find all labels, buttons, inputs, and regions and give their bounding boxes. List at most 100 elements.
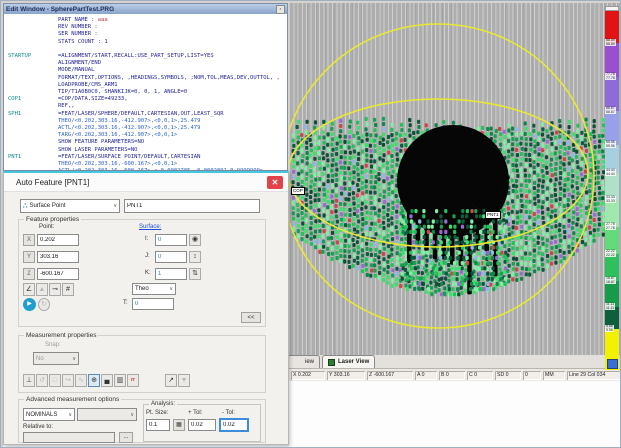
z-axis-button[interactable]: Z: [23, 268, 35, 280]
colorbar-tick-label: 16.6716.67: [605, 277, 616, 284]
deviation-colorbar[interactable]: 88.8988.8977.7877.7866.6766.6755.5655.56…: [605, 6, 619, 370]
status-segment: C 0: [467, 371, 493, 380]
point-vector-icon[interactable]: ⊸: [49, 283, 61, 296]
status-bar: X 0.202Y 303.16Z -600.167A 0B 0C 0SD 00M…: [289, 368, 621, 381]
laser-view-icon: [328, 359, 335, 366]
plus-tol-label: + Tol:: [188, 410, 202, 416]
code-line: THEO/<0.202,303.16,-412.907>,<0,0,1>,25.…: [8, 118, 287, 125]
edit-window-menu-button[interactable]: ▪: [276, 5, 285, 14]
j-label: J:: [145, 253, 150, 259]
test-point-button[interactable]: ▶: [23, 298, 36, 311]
path-icon: ↪: [62, 374, 74, 387]
feature-toolbar: ∠▲⊸#: [23, 283, 75, 296]
edit-window-titlebar[interactable]: Edit Window - SpherePartTest.PRG ▪: [4, 4, 287, 14]
k-value-input[interactable]: [155, 268, 187, 280]
re-measure-icon: ↻: [38, 298, 50, 311]
x-axis-button[interactable]: X: [23, 234, 35, 246]
edit-window-title: Edit Window - SpherePartTest.PRG: [6, 6, 276, 13]
minus-tol-label: - Tol:: [222, 410, 235, 416]
point-label: Point:: [39, 224, 54, 230]
analysis-legend: Analysis:: [149, 401, 177, 407]
surface-normal-icon[interactable]: ◉: [189, 234, 201, 246]
t-label: T:: [123, 300, 128, 306]
code-editor[interactable]: PART NAME : aaaREV NUMBER :SER NUMBER :S…: [4, 15, 287, 170]
snap-dropdown: No ∨: [33, 352, 79, 365]
cop-label[interactable]: COP: [291, 187, 305, 195]
code-line: REV NUMBER :: [8, 24, 287, 31]
pt-size-icon[interactable]: ▦: [173, 419, 185, 431]
code-line: PNT1=FEAT/LASER/SURFACE POINT/DEFAULT,CA…: [8, 154, 287, 161]
code-line: REF,,: [8, 103, 287, 110]
colorbar-tick-label: 44.4444.44: [605, 169, 616, 176]
tab-graphics-view[interactable]: iew: [289, 355, 320, 368]
colorbar-end-marker: [607, 359, 618, 369]
status-segment: X 0.202: [291, 371, 325, 380]
chevron-down-icon: ∨: [169, 286, 173, 292]
tab-laser-view[interactable]: Laser View: [322, 355, 375, 368]
code-line: MODE/MANUAL: [8, 67, 287, 74]
dialog-titlebar[interactable]: Auto Feature [PNT1] ✕: [4, 173, 288, 192]
x-value-input[interactable]: [37, 234, 79, 246]
edit-window: Edit Window - SpherePartTest.PRG ▪ PART …: [3, 3, 288, 171]
j-value-input[interactable]: [155, 251, 187, 263]
points-icon[interactable]: rr: [127, 374, 139, 387]
code-line: STARTUP=ALIGNMENT/START,RECALL:USE_PART_…: [8, 53, 287, 60]
ijk-buttons: ◉ ↕ ⇅: [189, 234, 202, 285]
snap-label: Snap:: [45, 342, 61, 348]
nominals-dropdown[interactable]: NOMINALS ∨: [23, 408, 75, 421]
code-line: PART NAME : aaa: [8, 17, 287, 24]
target-icon[interactable]: ⊕: [88, 374, 100, 387]
y-value-input[interactable]: [37, 251, 79, 263]
close-icon[interactable]: ✕: [267, 176, 283, 189]
colorbar-tick-label: 77.7877.78: [605, 73, 616, 80]
colorbar-tick-label: 27.7827.78: [605, 223, 616, 230]
feature-properties-legend: Feature properties: [24, 216, 81, 223]
y-axis-button[interactable]: Y: [23, 251, 35, 263]
code-line: STATS COUNT : 1: [8, 39, 287, 46]
pt-size-input[interactable]: [146, 419, 170, 431]
chevron-down-icon: ∨: [72, 356, 76, 362]
feature-type-dropdown[interactable]: ∴ Surface Point ∨: [20, 199, 120, 213]
code-line: TARG/<0.202,303.16,-412.907>,<0,0,1>: [8, 132, 287, 139]
feature-name-input[interactable]: [124, 199, 260, 213]
measurement-properties-legend: Measurement properties: [24, 332, 98, 339]
block-icon[interactable]: ▥: [114, 374, 126, 387]
measurement-toolbar: ⊥↺□↪∿⊕▄▥rr: [23, 374, 140, 387]
colorbar-tick-label: 22.2222.22: [605, 250, 616, 257]
plus-tol-input[interactable]: [188, 419, 216, 431]
application-window: Edit Window - SpherePartTest.PRG ▪ PART …: [0, 0, 621, 448]
profile-icon: ∿: [75, 374, 87, 387]
z-value-input[interactable]: [37, 268, 79, 280]
chevron-down-icon: ∨: [113, 203, 117, 209]
t-value-input[interactable]: [132, 298, 174, 310]
code-line: SPH1=FEAT/LASER/SPHERE/DEFAULT,CARTESIAN…: [8, 111, 287, 118]
status-segment: SD 0: [495, 371, 521, 380]
analysis-group: Analysis: Pt. Size: + Tol: - Tol: ▦: [143, 404, 261, 442]
level-icon[interactable]: ▄: [101, 374, 113, 387]
snap-value: No: [36, 356, 44, 362]
i-label: I:: [145, 236, 148, 242]
probe-mode-icon[interactable]: ⊥: [23, 374, 35, 387]
code-line: ALIGNMENT/END: [8, 60, 287, 67]
browse-button[interactable]: ...: [119, 432, 133, 443]
vector-jump-icon[interactable]: ↗: [165, 374, 177, 387]
status-segment: 0: [523, 371, 541, 380]
filter-icon: ▼: [178, 374, 190, 387]
code-line: SER NUMBER :: [8, 31, 287, 38]
relative-to-input[interactable]: [23, 432, 115, 443]
align-axes-icon[interactable]: ∠: [23, 283, 35, 296]
code-line: COP1=COP/DATA,SIZE=49233,: [8, 96, 287, 103]
collapse-button[interactable]: <<: [241, 312, 261, 323]
code-line: ACTL/<0.202,303.16,-600.167>,<-0.0002785…: [8, 168, 287, 170]
status-segment: MM: [543, 371, 565, 380]
minus-tol-input[interactable]: [220, 419, 248, 431]
code-line: FORMAT/TEXT,OPTIONS, ,HEADINGS,SYMBOLS, …: [8, 75, 287, 82]
rotate-icon: ↺: [36, 374, 48, 387]
flip-vector-icon[interactable]: ↕: [189, 251, 201, 263]
grid-icon[interactable]: #: [62, 283, 74, 296]
swap-vector-icon[interactable]: ⇅: [189, 268, 201, 280]
theo-dropdown[interactable]: Theo ∨: [132, 283, 176, 295]
graphics-view-3d[interactable]: COP PNT1: [289, 3, 620, 355]
pnt1-label[interactable]: PNT1: [485, 211, 501, 219]
i-value-input[interactable]: [155, 234, 187, 246]
